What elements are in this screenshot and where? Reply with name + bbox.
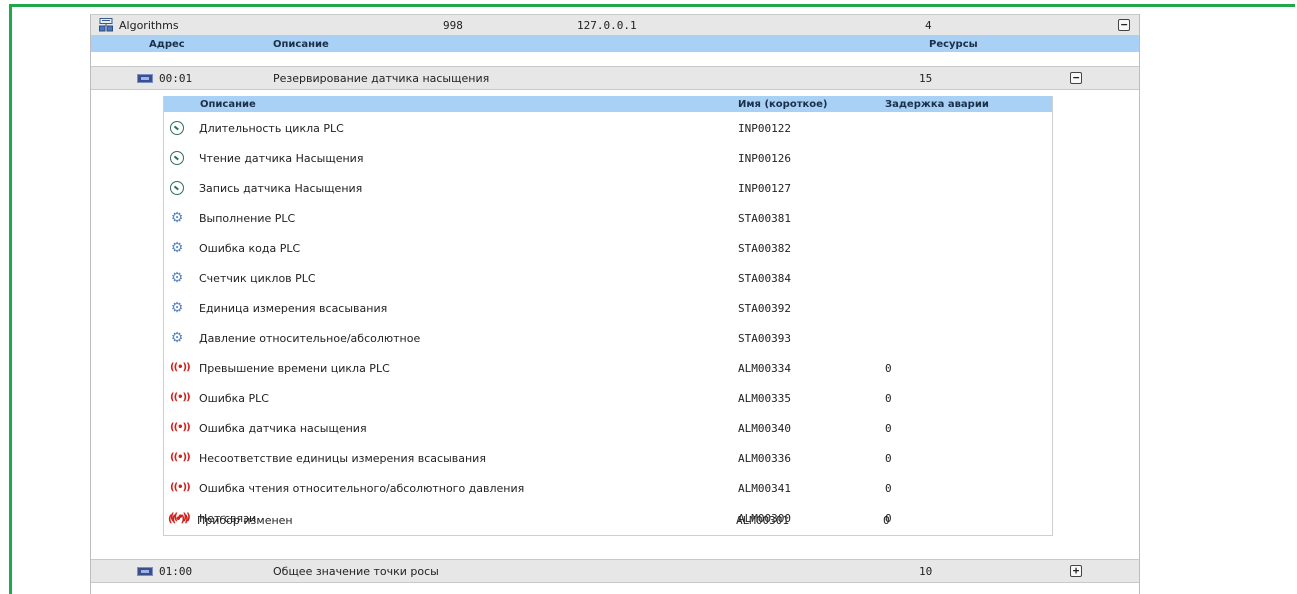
variable-row[interactable]: Длительность цикла PLC INP00122	[164, 114, 1052, 144]
gauge-icon	[170, 121, 184, 135]
variable-row[interactable]: Запись датчика Насыщения INP00127	[164, 174, 1052, 204]
variable-short-name: ALM00335	[738, 392, 791, 405]
device-row[interactable]: 00:01 Резервирование датчика насыщения 1…	[91, 66, 1139, 90]
gear-icon: ⚙	[170, 240, 184, 256]
device-resources: 15	[919, 72, 933, 85]
variable-description: Ошибка кода PLC	[199, 242, 301, 255]
gauge-icon	[170, 151, 184, 165]
variable-row[interactable]: ((•)) Превышение времени цикла PLC ALM00…	[164, 354, 1052, 384]
column-resources: Ресурсы	[929, 39, 978, 50]
variable-description: Превышение времени цикла PLC	[199, 362, 390, 375]
group-ip: 127.0.0.1	[577, 19, 637, 32]
group-name: Algorithms	[119, 19, 179, 32]
gear-icon: ⚙	[170, 210, 184, 226]
column-description: Описание	[273, 39, 329, 50]
gear-icon: ⚙	[170, 300, 184, 316]
variable-short-name: INP00126	[738, 152, 791, 165]
device-row[interactable]: 01:00 Общее значение точки росы 10 +	[91, 559, 1139, 583]
device-address: 01:00	[159, 565, 193, 578]
variable-short-name: STA00381	[738, 212, 791, 225]
variables-table: Описание Имя (короткое) Задержка аварии …	[163, 96, 1053, 536]
variable-short-name: ALM00341	[738, 482, 791, 495]
group-row[interactable]: Algorithms 998 127.0.0.1 4 −	[91, 14, 1139, 36]
device-collapse-button[interactable]: −	[1070, 72, 1082, 84]
alarm-icon: ((•))	[170, 452, 191, 463]
alarm-icon: ((•))	[170, 482, 191, 493]
variable-delay: 0	[885, 362, 892, 375]
alarm-icon: ((•))	[170, 392, 191, 403]
group-collapse-button[interactable]: −	[1118, 19, 1130, 31]
variable-row[interactable]: ⚙ Давление относительное/абсолютное STA0…	[164, 324, 1052, 354]
variable-short-name: STA00393	[738, 332, 791, 345]
variable-row[interactable]: Чтение датчика Насыщения INP00126	[164, 144, 1052, 174]
variable-description: Несоответствие единицы измерения всасыва…	[199, 452, 486, 465]
variable-description: Ошибка чтения относительного/абсолютного…	[199, 482, 525, 495]
variables-header: Описание Имя (короткое) Задержка аварии	[164, 96, 1052, 112]
device-description: Общее значение точки росы	[273, 565, 439, 578]
variable-description: Запись датчика Насыщения	[199, 182, 363, 195]
variable-row[interactable]: ((•)) Несоответствие единицы измерения в…	[164, 444, 1052, 474]
variable-short-name: ALM00340	[738, 422, 791, 435]
variable-description: Ошибка датчика насыщения	[199, 422, 367, 435]
variable-short-name: ALM00301	[736, 514, 789, 527]
variable-short-name: STA00384	[738, 272, 791, 285]
variable-row[interactable]: ⚙ Выполнение PLC STA00381	[164, 204, 1052, 234]
column-alarm-delay: Задержка аварии	[885, 99, 989, 110]
variable-row[interactable]: ((•)) Ошибка датчика насыщения ALM00340 …	[164, 414, 1052, 444]
variable-row[interactable]: ⚙ Единица измерения всасывания STA00392	[164, 294, 1052, 324]
variable-description: Чтение датчика Насыщения	[199, 152, 364, 165]
top-crop	[700, 0, 1297, 4]
variable-short-name: STA00382	[738, 242, 791, 255]
alarm-icon: ((•))	[168, 514, 189, 525]
device-resources: 10	[919, 565, 933, 578]
gauge-icon	[170, 181, 184, 195]
variable-delay: 0	[885, 452, 892, 465]
column-var-description: Описание	[200, 99, 256, 110]
gear-icon: ⚙	[170, 330, 184, 346]
algorithm-group-icon	[99, 18, 113, 32]
variable-description: Прибор изменен	[197, 514, 293, 527]
variable-row[interactable]: ⚙ Ошибка кода PLC STA00382	[164, 234, 1052, 264]
variable-row[interactable]: ((•)) Ошибка чтения относительного/абсол…	[164, 474, 1052, 504]
variable-row[interactable]: ((•)) Прибор изменен ALM00301 0	[162, 506, 1052, 536]
variable-short-name: INP00127	[738, 182, 791, 195]
column-header: Адрес Описание Ресурсы	[91, 36, 1139, 52]
variable-delay: 0	[885, 482, 892, 495]
variable-description: Длительность цикла PLC	[199, 122, 344, 135]
device-address: 00:01	[159, 72, 193, 85]
variable-short-name: ALM00336	[738, 452, 791, 465]
variable-row[interactable]: ((•)) Ошибка PLC ALM00335 0	[164, 384, 1052, 414]
variable-short-name: INP00122	[738, 122, 791, 135]
variable-delay: 0	[883, 514, 890, 527]
alarm-icon: ((•))	[170, 362, 191, 373]
column-address: Адрес	[149, 39, 185, 50]
device-icon	[137, 567, 153, 576]
variable-row[interactable]: ⚙ Счетчик циклов PLC STA00384	[164, 264, 1052, 294]
device-expand-button[interactable]: +	[1070, 565, 1082, 577]
alarm-icon: ((•))	[170, 422, 191, 433]
device-icon	[137, 74, 153, 83]
device-description: Резервирование датчика насыщения	[273, 72, 490, 85]
variable-description: Выполнение PLC	[199, 212, 296, 225]
variable-description: Ошибка PLC	[199, 392, 269, 405]
group-id: 998	[443, 19, 463, 32]
variable-delay: 0	[885, 422, 892, 435]
variable-short-name: ALM00334	[738, 362, 791, 375]
variable-description: Единица измерения всасывания	[199, 302, 388, 315]
variable-delay: 0	[885, 392, 892, 405]
group-resources: 4	[925, 19, 932, 32]
variable-short-name: STA00392	[738, 302, 791, 315]
gear-icon: ⚙	[170, 270, 184, 286]
column-short-name: Имя (короткое)	[738, 99, 828, 110]
variable-description: Давление относительное/абсолютное	[199, 332, 421, 345]
variable-description: Счетчик циклов PLC	[199, 272, 316, 285]
